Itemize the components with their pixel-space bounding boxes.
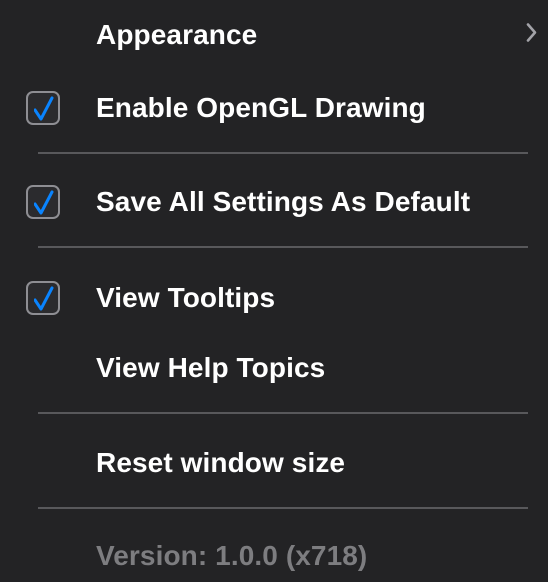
- appearance-label: Appearance: [96, 19, 258, 50]
- menu-separator: [38, 412, 528, 414]
- version-label: Version: 1.0.0 (x718): [96, 540, 368, 571]
- menu-item-appearance[interactable]: Appearance: [0, 10, 548, 60]
- save-defaults-label: Save All Settings As Default: [96, 186, 471, 217]
- settings-menu: Appearance Enable OpenGL Drawing Save Al…: [0, 0, 548, 582]
- opengl-label: Enable OpenGL Drawing: [96, 92, 426, 123]
- save-defaults-checkbox[interactable]: [26, 185, 60, 219]
- menu-separator: [38, 507, 528, 509]
- checkmark-icon: [34, 190, 54, 215]
- reset-window-label: Reset window size: [96, 447, 346, 478]
- menu-item-reset-window-size[interactable]: Reset window size: [0, 438, 548, 488]
- opengl-checkbox[interactable]: [26, 91, 60, 125]
- menu-item-view-tooltips[interactable]: View Tooltips: [0, 273, 548, 323]
- menu-item-version: Version: 1.0.0 (x718): [0, 531, 548, 581]
- checkmark-icon: [34, 286, 54, 311]
- menu-item-enable-opengl[interactable]: Enable OpenGL Drawing: [0, 83, 548, 133]
- tooltips-label: View Tooltips: [96, 282, 276, 313]
- chevron-right-icon: [526, 23, 538, 48]
- menu-item-save-defaults[interactable]: Save All Settings As Default: [0, 177, 548, 227]
- menu-separator: [38, 152, 528, 154]
- menu-separator: [38, 246, 528, 248]
- checkmark-icon: [34, 96, 54, 121]
- help-topics-label: View Help Topics: [96, 352, 326, 383]
- menu-item-view-help-topics[interactable]: View Help Topics: [0, 343, 548, 393]
- tooltips-checkbox[interactable]: [26, 281, 60, 315]
